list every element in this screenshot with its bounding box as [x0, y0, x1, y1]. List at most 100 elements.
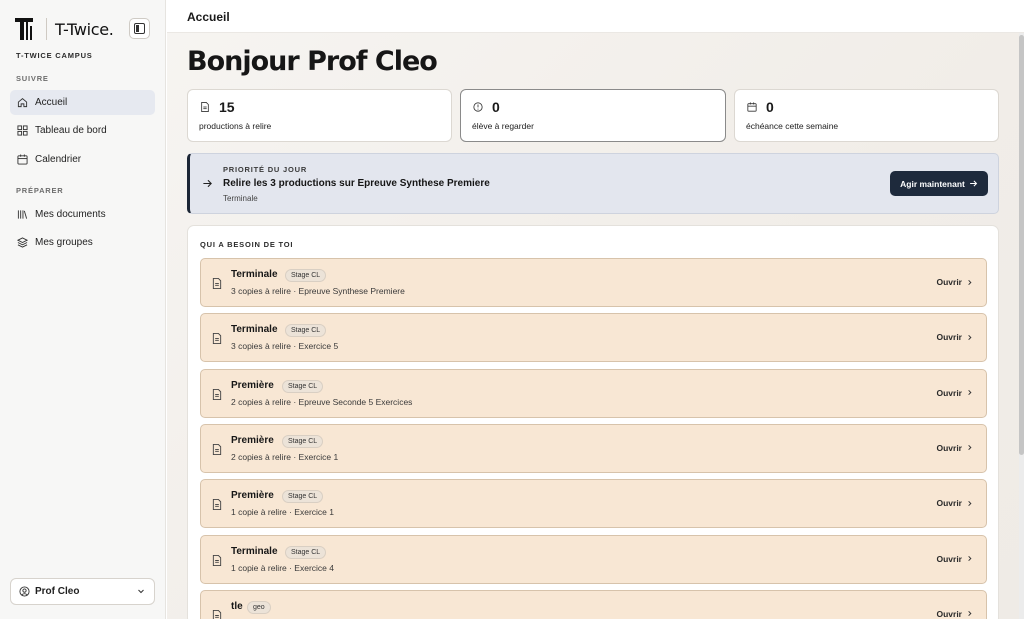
sidebar-item-label: Mes documents	[35, 209, 106, 220]
main-content: Bonjour Prof Cleo 15 productions à relir…	[167, 33, 1024, 619]
list-item[interactable]: Terminale Stage CL 1 copie à relire · Exer…	[200, 534, 987, 584]
open-label: Ouvrir	[936, 498, 962, 509]
priority-kicker: PRIORITÉ DU JOUR	[223, 165, 308, 174]
group-tag: Stage CL	[285, 269, 327, 282]
user-name: Prof Cleo	[35, 586, 80, 597]
open-link[interactable]: Ouvrir	[936, 609, 973, 619]
list-item[interactable]: Première Stage CL 2 copies à relire · Exer…	[200, 423, 987, 473]
topbar: Accueil	[167, 0, 1024, 33]
list-item-subtitle: 2 copies à relire · Epreuve Seconde 5 Ex…	[231, 396, 413, 407]
chevron-right-icon	[968, 279, 972, 285]
sidebar-item-accueil[interactable]: Accueil	[10, 90, 155, 115]
sidebar-item-calendrier[interactable]: Calendrier	[10, 147, 155, 172]
dashboard-icon	[17, 125, 28, 136]
stat-card-eleves[interactable]: 0 élève à regarder	[460, 89, 726, 142]
document-icon	[212, 609, 222, 619]
sidebar-item-mes-groupes[interactable]: Mes groupes	[10, 230, 155, 255]
group-tag: geo	[247, 600, 271, 614]
scrollbar-thumb[interactable]	[1019, 35, 1024, 455]
chevron-right-icon	[968, 390, 972, 396]
chevron-right-icon	[968, 555, 972, 562]
document-icon	[212, 499, 222, 511]
open-label: Ouvrir	[936, 553, 962, 564]
brand-divider	[46, 18, 47, 40]
sidebar: T-Twice. T-TWICE CAMPUS SUIVRE Accueil T…	[0, 0, 166, 619]
list-item-title: tle	[231, 600, 243, 612]
priority-subtitle: Terminale	[223, 194, 258, 203]
chevron-right-icon	[968, 445, 972, 451]
stat-value: 15	[219, 99, 235, 115]
list-item-title: Première	[231, 490, 274, 502]
arrow-right-icon	[969, 180, 978, 187]
list-item-title: Terminale	[231, 269, 278, 280]
greeting-heading: Bonjour Prof Cleo	[187, 46, 438, 77]
sidebar-item-tableau-de-bord[interactable]: Tableau de bord	[10, 118, 155, 143]
open-link[interactable]: Ouvrir	[936, 443, 973, 453]
list-item[interactable]: tle geo Ouvrir	[200, 589, 987, 619]
library-icon	[17, 210, 28, 219]
needs-panel: QUI A BESOIN DE TOI Terminale Stage CL 3 c…	[187, 225, 999, 619]
brand-name: T-Twice.	[55, 19, 114, 39]
open-link[interactable]: Ouvrir	[936, 554, 973, 564]
sidebar-item-label: Mes groupes	[35, 237, 93, 248]
open-link[interactable]: Ouvrir	[936, 332, 973, 342]
group-tag: Stage CL	[285, 545, 327, 559]
sidebar-toggle-icon	[134, 23, 145, 34]
list-item-title: Terminale	[231, 545, 278, 557]
act-now-label: Agir maintenant	[900, 178, 965, 189]
section-label-preparer: PRÉPARER	[16, 186, 64, 195]
sidebar-item-label: Calendrier	[35, 154, 82, 165]
open-link[interactable]: Ouvrir	[936, 277, 973, 287]
list-item[interactable]: Première Stage CL 1 copie à relire · Exerc…	[200, 479, 987, 529]
section-label-suivre: SUIVRE	[16, 74, 49, 83]
stat-card-echeances[interactable]: 0 échéance cette semaine	[734, 89, 999, 142]
layers-icon	[17, 237, 28, 248]
calendar-icon	[747, 102, 757, 112]
open-link[interactable]: Ouvrir	[936, 388, 973, 398]
document-icon	[212, 443, 222, 455]
chevron-down-icon	[138, 589, 144, 594]
alert-circle-icon	[473, 102, 483, 112]
stat-label: élève à regarder	[472, 121, 534, 131]
brand-t-mark-icon	[15, 18, 33, 40]
list-item-subtitle: 2 copies à relire · Exercice 1	[231, 451, 339, 462]
home-icon	[17, 98, 28, 108]
stat-value: 0	[766, 99, 774, 115]
list-item-title: Terminale	[231, 324, 278, 336]
stat-label: échéance cette semaine	[746, 121, 839, 131]
open-label: Ouvrir	[936, 332, 962, 343]
stat-card-productions[interactable]: 15 productions à relire	[187, 89, 452, 142]
sidebar-item-mes-documents[interactable]: Mes documents	[10, 202, 155, 227]
document-icon	[212, 388, 222, 400]
document-icon	[201, 102, 209, 112]
list-item-title: Première	[231, 379, 274, 391]
act-now-button[interactable]: Agir maintenant	[890, 171, 988, 196]
sidebar-item-label: Tableau de bord	[35, 125, 107, 136]
calendar-icon	[17, 154, 28, 165]
list-item[interactable]: Première Stage CL 2 copies à relire · Epre…	[200, 368, 987, 418]
sidebar-toggle-button[interactable]	[129, 18, 150, 39]
user-menu-button[interactable]: Prof Cleo	[10, 578, 155, 605]
open-label: Ouvrir	[936, 608, 962, 619]
group-tag: Stage CL	[282, 490, 324, 504]
group-tag: Stage CL	[282, 379, 324, 393]
list-item[interactable]: Terminale Stage CL 3 copies à relire · Epr…	[200, 258, 987, 307]
list-item[interactable]: Terminale Stage CL 3 copies à relire · Exe…	[200, 313, 987, 363]
list-item-title: Première	[231, 434, 274, 446]
document-icon	[212, 554, 222, 566]
group-tag: Stage CL	[282, 434, 324, 448]
stat-label: productions à relire	[199, 121, 272, 131]
open-label: Ouvrir	[936, 387, 962, 398]
list-item-subtitle: 1 copie à relire · Exercice 1	[231, 507, 334, 518]
main-scrollbar[interactable]	[1019, 33, 1024, 619]
chevron-right-icon	[968, 500, 972, 506]
arrow-right-icon	[203, 179, 212, 188]
document-icon	[212, 333, 222, 345]
chevron-right-icon	[968, 611, 972, 617]
open-link[interactable]: Ouvrir	[936, 498, 973, 508]
open-label: Ouvrir	[936, 277, 962, 287]
list-item-subtitle: 3 copies à relire · Exercice 5	[231, 341, 339, 352]
open-label: Ouvrir	[936, 442, 962, 453]
campus-label: T-TWICE CAMPUS	[16, 51, 93, 60]
stat-value: 0	[492, 99, 500, 115]
